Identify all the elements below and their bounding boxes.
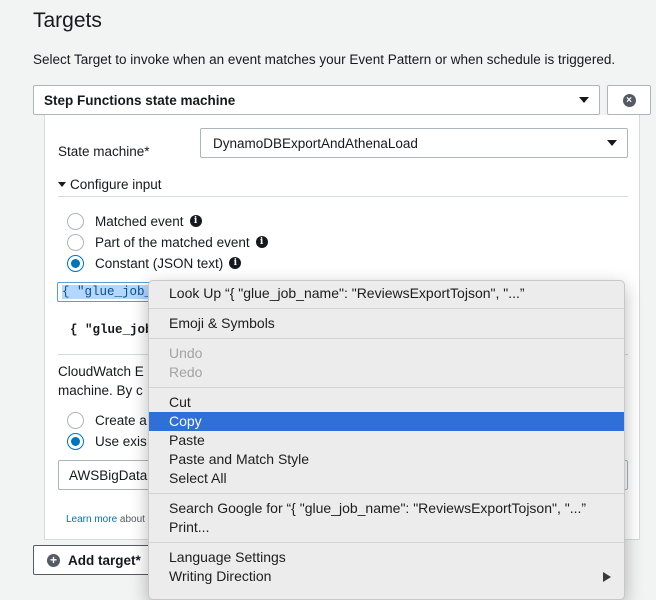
target-type-select[interactable]: Step Functions state machine [33, 85, 600, 115]
chevron-down-icon [579, 97, 589, 103]
radio-button-selected[interactable] [67, 254, 84, 272]
submenu-arrow-icon [603, 572, 611, 582]
menu-item-paste[interactable]: Paste [149, 431, 624, 450]
menu-item-print[interactable]: Print... [149, 518, 624, 537]
radio-part-of-event[interactable]: Part of the matched event i [67, 233, 268, 251]
state-machine-select[interactable]: DynamoDBExportAndAthenaLoad [200, 128, 628, 158]
section-description: Select Target to invoke when an event ma… [33, 52, 616, 67]
menu-item-copy[interactable]: Copy [149, 412, 624, 431]
info-icon[interactable]: i [229, 257, 242, 269]
menu-separator [149, 308, 624, 309]
radio-label: Create a [95, 412, 147, 428]
menu-item-cut[interactable]: Cut [149, 393, 624, 412]
section-title: Targets [33, 9, 102, 32]
add-target-button[interactable]: + Add target* [33, 545, 153, 575]
radio-create-role[interactable]: Create a [67, 411, 147, 429]
json-input-selection: { "glue_job_n [62, 285, 160, 299]
radio-label: Constant (JSON text) [95, 255, 224, 271]
menu-item-label: Writing Direction [169, 568, 272, 584]
radio-button[interactable] [67, 411, 84, 429]
menu-item-paste-match-style[interactable]: Paste and Match Style [149, 450, 624, 469]
context-menu: Look Up “{ "glue_job_name": "ReviewsExpo… [148, 280, 625, 600]
target-type-value: Step Functions state machine [44, 92, 236, 108]
help-line-1: CloudWatch E [58, 364, 144, 379]
radio-constant-json[interactable]: Constant (JSON text) i [67, 254, 242, 272]
caret-down-icon [58, 182, 66, 187]
menu-separator [149, 493, 624, 494]
menu-item-search-google[interactable]: Search Google for “{ "glue_job_name": "R… [149, 499, 624, 518]
remove-target-button[interactable]: × [607, 85, 651, 115]
menu-item-select-all[interactable]: Select All [149, 469, 624, 488]
state-machine-value: DynamoDBExportAndAthenaLoad [213, 135, 418, 151]
menu-item-look-up[interactable]: Look Up “{ "glue_job_name": "ReviewsExpo… [149, 284, 624, 303]
menu-item-writing-direction[interactable]: Writing Direction [149, 567, 624, 586]
radio-button-selected[interactable] [67, 432, 84, 450]
plus-circle-icon: + [47, 553, 60, 567]
divider [58, 196, 628, 197]
menu-separator [149, 387, 624, 388]
chevron-down-icon [607, 140, 617, 146]
menu-item-redo: Redo [169, 364, 203, 380]
role-value: AWSBigData [69, 468, 148, 483]
add-target-label: Add target* [68, 552, 141, 568]
radio-use-existing-role[interactable]: Use exis [67, 432, 147, 450]
menu-item-emoji-symbols[interactable]: Emoji & Symbols [149, 314, 624, 333]
configure-input-toggle[interactable]: Configure input [58, 177, 162, 192]
radio-label: Use exis [95, 433, 147, 449]
radio-button[interactable] [67, 233, 84, 251]
radio-button[interactable] [67, 212, 84, 230]
info-icon[interactable]: i [255, 236, 268, 248]
radio-matched-event[interactable]: Matched event i [67, 212, 202, 230]
help-line-2: machine. By c [58, 383, 143, 398]
configure-input-label: Configure input [70, 177, 162, 192]
role-help-text: CloudWatch E machine. By c [58, 362, 144, 400]
info-icon[interactable]: i [189, 215, 202, 227]
menu-item-language-settings[interactable]: Language Settings [149, 548, 624, 567]
learn-more-text[interactable]: Learn more [66, 514, 117, 525]
learn-more-rest: about [119, 514, 145, 525]
state-machine-label: State machine* [58, 144, 150, 159]
menu-item-undo: Undo [169, 345, 203, 361]
menu-separator [149, 542, 624, 543]
radio-label: Matched event [95, 213, 184, 229]
learn-more-link[interactable]: Learn more about [66, 514, 145, 525]
radio-label: Part of the matched event [95, 234, 250, 250]
x-circle-icon: × [622, 93, 636, 107]
menu-separator [149, 338, 624, 339]
